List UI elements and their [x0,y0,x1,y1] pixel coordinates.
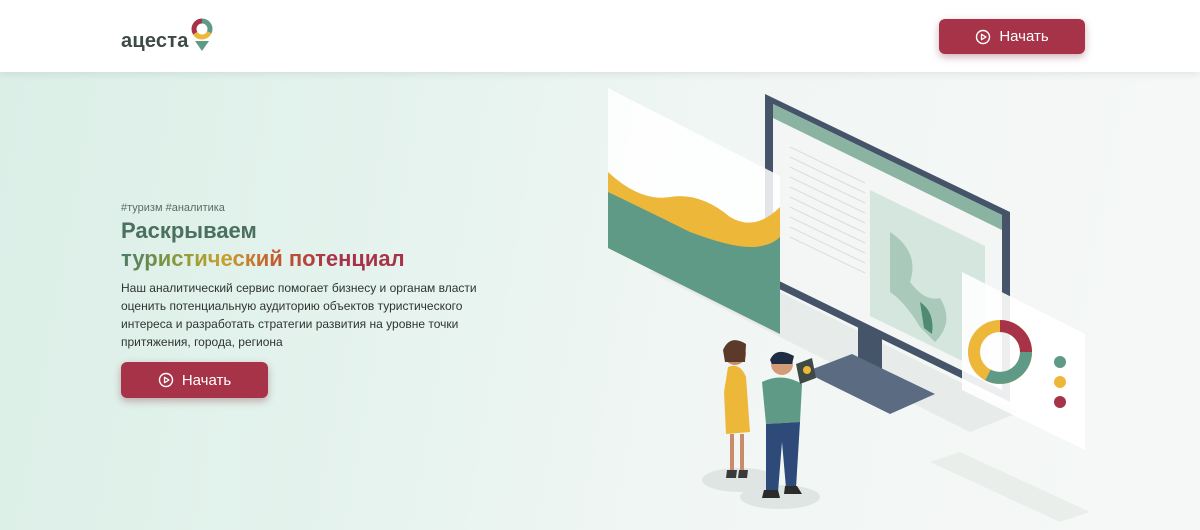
hero-description: Наш аналитический сервис помогает бизнес… [121,281,477,349]
hero-start-button[interactable]: Начать [121,362,268,398]
area-chart-panel [608,88,780,334]
logo-text: ацеста [121,30,189,52]
woman-figure [723,340,750,478]
analytics-illustration [608,88,1090,522]
top-header: ацеста Начать [0,0,1200,72]
hero-section: #туризм #аналитика Раскрываем туристичес… [0,72,1200,530]
play-circle-icon [976,29,991,44]
hero-title-line1: Раскрываем [121,218,257,243]
header-start-button[interactable]: Начать [939,19,1085,54]
logo-pin-icon [191,18,213,51]
play-circle-icon [158,372,174,388]
hero-tags: #туризм #аналитика [121,202,225,214]
hero-title: Раскрываем туристический потенциал [121,217,405,273]
hero-start-button-label: Начать [181,371,232,389]
man-figure [762,351,816,498]
logo[interactable]: ацеста [121,16,213,56]
header-start-button-label: Начать [999,28,1049,45]
hero-title-line2: туристический потенциал [121,246,405,271]
